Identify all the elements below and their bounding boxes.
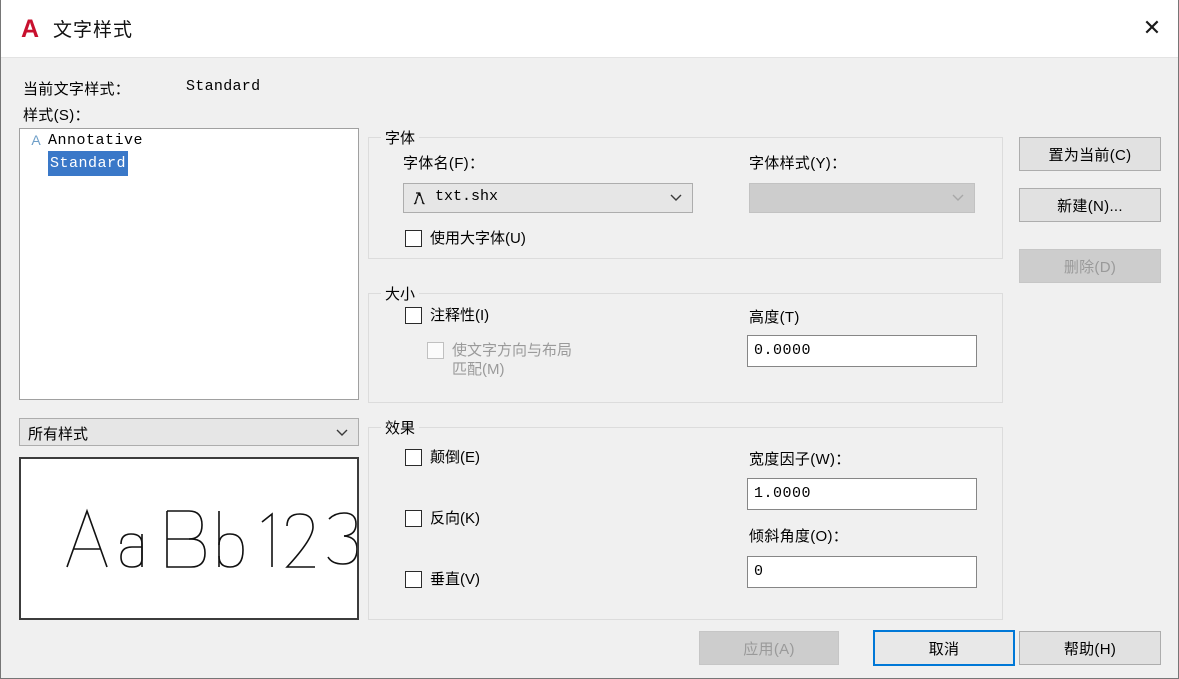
checkbox-box [405, 230, 422, 247]
delete-style-button: 删除(D) [1019, 249, 1161, 283]
height-value: 0.0000 [754, 342, 811, 359]
annotative-checkbox[interactable]: 注释性(I) [405, 306, 489, 325]
checkbox-box [405, 307, 422, 324]
dialog-title: 文字样式 [53, 15, 133, 42]
style-filter-combobox[interactable]: 所有样式 [19, 418, 359, 446]
style-filter-value: 所有样式 [28, 423, 88, 444]
checkbox-box [405, 449, 422, 466]
checkbox-label: 垂直(V) [430, 570, 480, 589]
current-style-value: Standard [186, 78, 260, 95]
title-bar: A 文字样式 ✕ [1, 0, 1179, 58]
backwards-checkbox[interactable]: 反向(K) [405, 509, 480, 528]
list-item[interactable]: A Annotative [20, 129, 358, 152]
oblique-angle-label: 倾斜角度(O)： [749, 525, 848, 546]
checkbox-label: 使用大字体(U) [430, 229, 526, 248]
oblique-angle-value: 0 [754, 563, 764, 580]
close-icon[interactable]: ✕ [1124, 0, 1179, 57]
width-factor-value: 1.0000 [754, 485, 811, 502]
chevron-down-icon [335, 425, 349, 439]
new-style-button[interactable]: 新建(N)... [1019, 188, 1161, 222]
cancel-button[interactable]: 取消 [873, 630, 1015, 666]
checkbox-box [405, 571, 422, 588]
list-item[interactable]: Standard [20, 152, 358, 175]
shx-font-icon [411, 190, 428, 207]
chevron-down-icon [669, 190, 683, 204]
autocad-logo-icon: A [17, 16, 43, 42]
font-name-combobox[interactable]: txt.shx [403, 183, 693, 213]
checkbox-label: 注释性(I) [430, 306, 489, 325]
apply-button: 应用(A) [699, 631, 839, 665]
text-style-dialog: A 文字样式 ✕ 当前文字样式： Standard 样式(S)： A Annot… [0, 0, 1179, 679]
font-name-label: 字体名(F)： [403, 152, 484, 173]
effects-group-title: 效果 [381, 417, 419, 438]
chevron-down-icon [951, 190, 965, 204]
font-group-title: 字体 [381, 127, 419, 148]
style-preview-panel [19, 457, 359, 620]
oblique-angle-input[interactable]: 0 [747, 556, 977, 588]
checkbox-box [427, 342, 444, 359]
font-style-label: 字体样式(Y)： [749, 152, 846, 173]
styles-listbox[interactable]: A Annotative Standard [19, 128, 359, 400]
size-group-title: 大小 [381, 283, 419, 304]
styles-list-label: 样式(S)： [23, 104, 90, 125]
checkbox-label: 使文字方向与布局 匹配(M) [452, 341, 572, 379]
upside-down-checkbox[interactable]: 颠倒(E) [405, 448, 480, 467]
use-big-font-checkbox[interactable]: 使用大字体(U) [405, 229, 526, 248]
set-current-button[interactable]: 置为当前(C) [1019, 137, 1161, 171]
style-name: Annotative [48, 129, 143, 152]
preview-sample-text [29, 489, 359, 589]
annotative-icon: A [28, 129, 44, 152]
font-name-value: txt.shx [435, 188, 498, 205]
help-button[interactable]: 帮助(H) [1019, 631, 1161, 665]
checkbox-label: 反向(K) [430, 509, 480, 528]
checkbox-box [405, 510, 422, 527]
vertical-checkbox[interactable]: 垂直(V) [405, 570, 480, 589]
height-input[interactable]: 0.0000 [747, 335, 977, 367]
match-text-orientation-checkbox: 使文字方向与布局 匹配(M) [427, 341, 572, 379]
height-label: 高度(T) [749, 306, 800, 327]
width-factor-input[interactable]: 1.0000 [747, 478, 977, 510]
style-name: Standard [48, 151, 128, 176]
font-style-combobox[interactable] [749, 183, 975, 213]
checkbox-label: 颠倒(E) [430, 448, 480, 467]
width-factor-label: 宽度因子(W)： [749, 448, 851, 469]
current-style-label: 当前文字样式： [23, 78, 130, 99]
